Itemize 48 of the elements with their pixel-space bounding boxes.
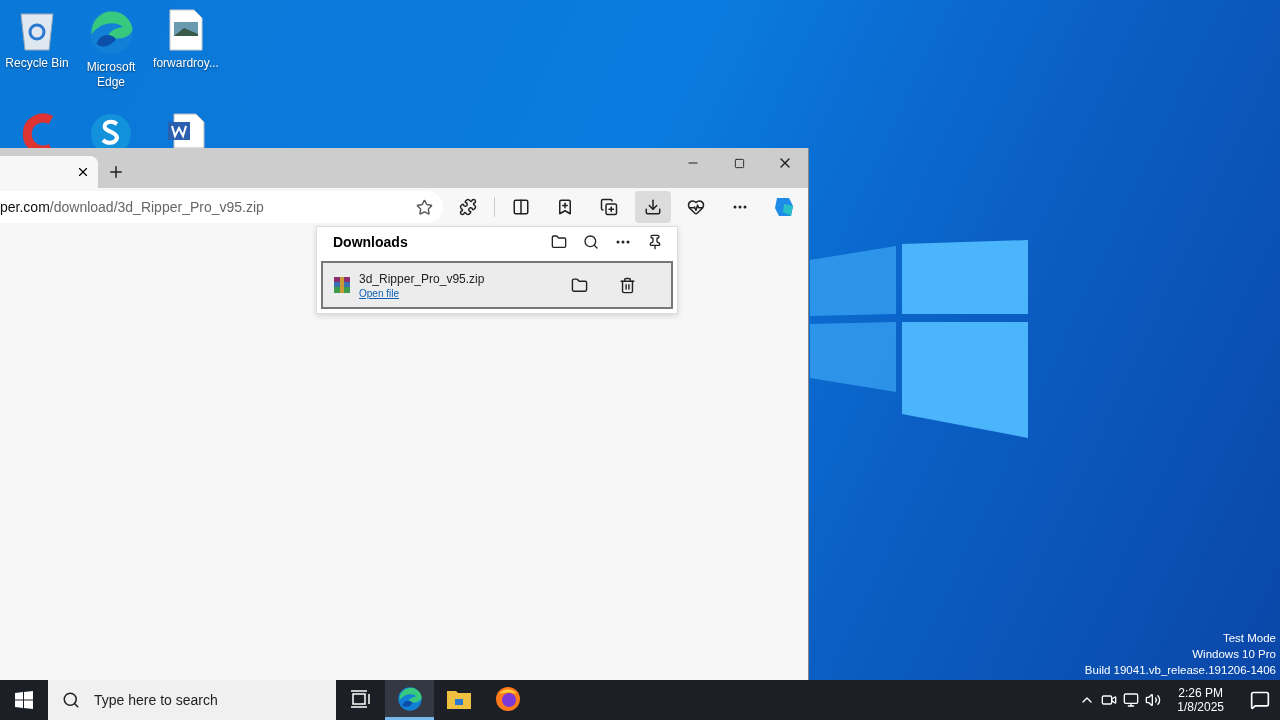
collections-icon bbox=[599, 198, 618, 216]
search-icon bbox=[62, 691, 80, 709]
more-icon bbox=[733, 205, 748, 209]
folder-icon bbox=[446, 688, 471, 709]
trash-icon bbox=[618, 276, 636, 294]
windows-icon bbox=[15, 691, 33, 709]
file-name: 3d_Ripper_Pro_v95.zip bbox=[359, 271, 486, 286]
taskbar-app-button[interactable] bbox=[385, 680, 434, 720]
folder-icon bbox=[570, 276, 588, 294]
system-info-text: Test Mode bbox=[1222, 631, 1276, 646]
search-bar[interactable]: Type here to search bbox=[48, 680, 336, 720]
clock-date[interactable]: 1/8/2025 bbox=[1177, 700, 1224, 714]
pin-icon bbox=[647, 234, 663, 250]
open-file-link[interactable]: Open file bbox=[359, 287, 400, 299]
browser-icon bbox=[87, 8, 135, 56]
document-icon bbox=[166, 112, 206, 148]
system-info-text: Windows 10 Pro bbox=[1192, 647, 1276, 662]
desktop-icon-label[interactable]: forwardroy... bbox=[153, 56, 219, 71]
download-item[interactable]: 3d_Ripper_Pro_v95.zip Open file bbox=[321, 261, 673, 309]
clock-time[interactable]: 2:26 PM bbox=[1178, 686, 1223, 700]
system-info-text: Build 19041.vb_release.191206-1406 bbox=[1084, 663, 1276, 678]
close-tab-icon[interactable] bbox=[76, 165, 90, 179]
desktop-icon-label[interactable]: Recycle Bin bbox=[5, 56, 69, 71]
desktop-icon-label[interactable]: Microsoft Edge bbox=[74, 60, 148, 90]
folder-icon bbox=[551, 234, 567, 250]
address-field[interactable]: per.com/download/3d_Ripper_Pro_v95.zip bbox=[0, 191, 443, 223]
download-icon bbox=[643, 198, 662, 216]
volume-icon[interactable] bbox=[1145, 692, 1162, 708]
task-view-icon bbox=[350, 689, 371, 708]
search-field[interactable]: Type here to search bbox=[92, 691, 336, 709]
image-file-icon bbox=[168, 8, 204, 52]
camera-icon[interactable] bbox=[1101, 692, 1118, 708]
favorite-star-icon[interactable] bbox=[415, 198, 433, 216]
archive-icon bbox=[333, 276, 351, 294]
fox-browser-icon bbox=[494, 685, 521, 712]
puzzle-icon bbox=[459, 198, 478, 216]
browser-icon bbox=[396, 685, 423, 712]
network-icon[interactable] bbox=[1123, 692, 1140, 708]
panel-title: Downloads bbox=[333, 234, 409, 250]
notifications-icon[interactable] bbox=[1250, 690, 1270, 710]
search-icon bbox=[583, 234, 599, 250]
split-screen-icon bbox=[512, 198, 531, 216]
more-icon bbox=[616, 240, 630, 244]
heart-pulse-icon bbox=[687, 198, 706, 216]
plus-icon bbox=[107, 163, 125, 181]
toolbar-button[interactable] bbox=[634, 191, 671, 223]
chat-app-icon bbox=[89, 112, 133, 148]
maximize-icon bbox=[733, 157, 745, 169]
